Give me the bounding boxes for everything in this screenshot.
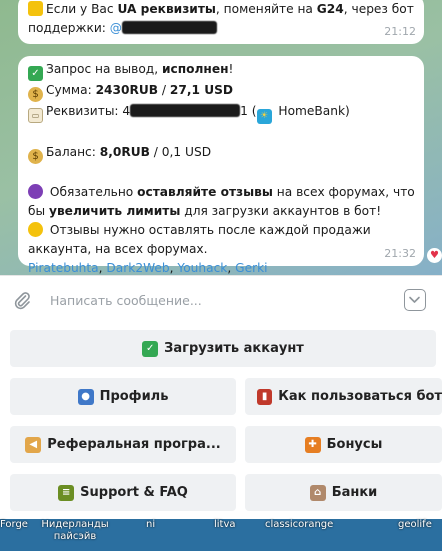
message-line: ✓ Запрос на вывод, исполнен! <box>28 60 414 81</box>
message-input-bar <box>0 275 442 323</box>
money-bag-icon: $ <box>28 149 43 164</box>
forum-links: Piratebuhta, Dark2Web, Youhack, Gerki <box>28 261 268 275</box>
check-mark-icon: ✓ <box>28 66 43 81</box>
message-line: ▭ Реквизиты: 41 (☀ HomeBank) <box>28 102 414 124</box>
paperclip-icon[interactable] <box>12 290 32 310</box>
bonuses-button[interactable]: ✚ Бонусы <box>245 426 442 463</box>
redacted-card-number <box>130 104 241 117</box>
message-line: поддержки: @ <box>28 19 414 38</box>
banks-button[interactable]: ⌂ Банки <box>245 474 442 511</box>
redacted-username <box>121 21 217 34</box>
person-icon: ● <box>77 388 94 405</box>
megaphone-icon: ◀ <box>25 436 42 453</box>
kazakhstan-flag-icon: ☀ <box>256 109 272 124</box>
message-line: бы увеличить лимиты для загрузки аккаунт… <box>28 204 382 218</box>
referral-program-button[interactable]: ◀ Реферальная програ... <box>10 426 236 463</box>
keyboard-toggle-button[interactable] <box>404 289 426 311</box>
chevron-down-icon <box>409 296 420 303</box>
desktop-icon-label[interactable]: ni <box>146 519 155 531</box>
message-line: Если у Вас UA реквизиты, поменяйте на G2… <box>28 0 414 19</box>
desktop-icon-label[interactable]: Нидерланды пайсэйв <box>40 519 110 543</box>
heart-icon[interactable]: ♥ <box>427 248 442 263</box>
message-line: Отзывы нужно оставлять после каждой прод… <box>28 221 414 240</box>
upload-account-button[interactable]: ✓ Загрузить аккаунт <box>10 330 436 367</box>
chat-area: Если у Вас UA реквизиты, поменяйте на G2… <box>0 0 442 275</box>
yellow-circle-icon <box>28 222 43 237</box>
how-to-use-button[interactable]: ▮ Как пользоваться бот <box>245 378 442 415</box>
desktop-icon-label[interactable]: classicorange <box>265 519 333 531</box>
support-bot-mention[interactable]: @ <box>110 21 217 35</box>
link-gerki[interactable]: Gerki <box>235 261 267 275</box>
purple-circle-icon <box>28 184 43 199</box>
books-icon: ≡ <box>58 484 75 501</box>
link-piratebuhta[interactable]: Piratebuhta <box>28 261 99 275</box>
support-faq-button[interactable]: ≡ Support & FAQ <box>10 474 236 511</box>
bot-keyboard: ✓ Загрузить аккаунт ● Профиль ▮ Как пользов… <box>0 323 442 519</box>
message-line: $ Баланс: 8,0RUB / 0,1 USD <box>28 143 414 164</box>
message-bubble-support-note: Если у Вас UA реквизиты, поменяйте на G2… <box>18 0 424 44</box>
credit-card-icon: ▭ <box>28 108 43 123</box>
desktop-icon-label[interactable]: geolife <box>398 519 432 531</box>
message-time: 21:12 <box>384 25 416 38</box>
link-youhack[interactable]: Youhack <box>177 261 227 275</box>
money-bag-icon: $ <box>28 87 43 102</box>
book-icon: ▮ <box>257 388 273 405</box>
desktop-icons-strip: Forge Нидерланды пайсэйв ni litva classi… <box>0 519 442 551</box>
bank-icon: ⌂ <box>309 484 326 501</box>
message-input[interactable] <box>50 290 390 310</box>
message-line: Обязательно оставляйте отзывы на всех фо… <box>28 183 415 202</box>
check-mark-icon: ✓ <box>142 340 159 357</box>
profile-button[interactable]: ● Профиль <box>10 378 236 415</box>
message-line: $ Сумма: 2430RUB / 27,1 USD <box>28 81 414 102</box>
desktop-icon-label[interactable]: litva <box>214 519 236 531</box>
message-line: аккаунта, на всех форумах. <box>28 242 208 256</box>
gift-icon: ✚ <box>304 436 321 453</box>
link-dark2web[interactable]: Dark2Web <box>106 261 169 275</box>
message-bubble-withdrawal: ✓ Запрос на вывод, исполнен! $ Сумма: 2430… <box>18 56 424 275</box>
desktop-icon-label[interactable]: Forge <box>0 519 28 531</box>
message-time: 21:32 <box>384 247 416 260</box>
yellow-square-icon <box>28 1 43 16</box>
